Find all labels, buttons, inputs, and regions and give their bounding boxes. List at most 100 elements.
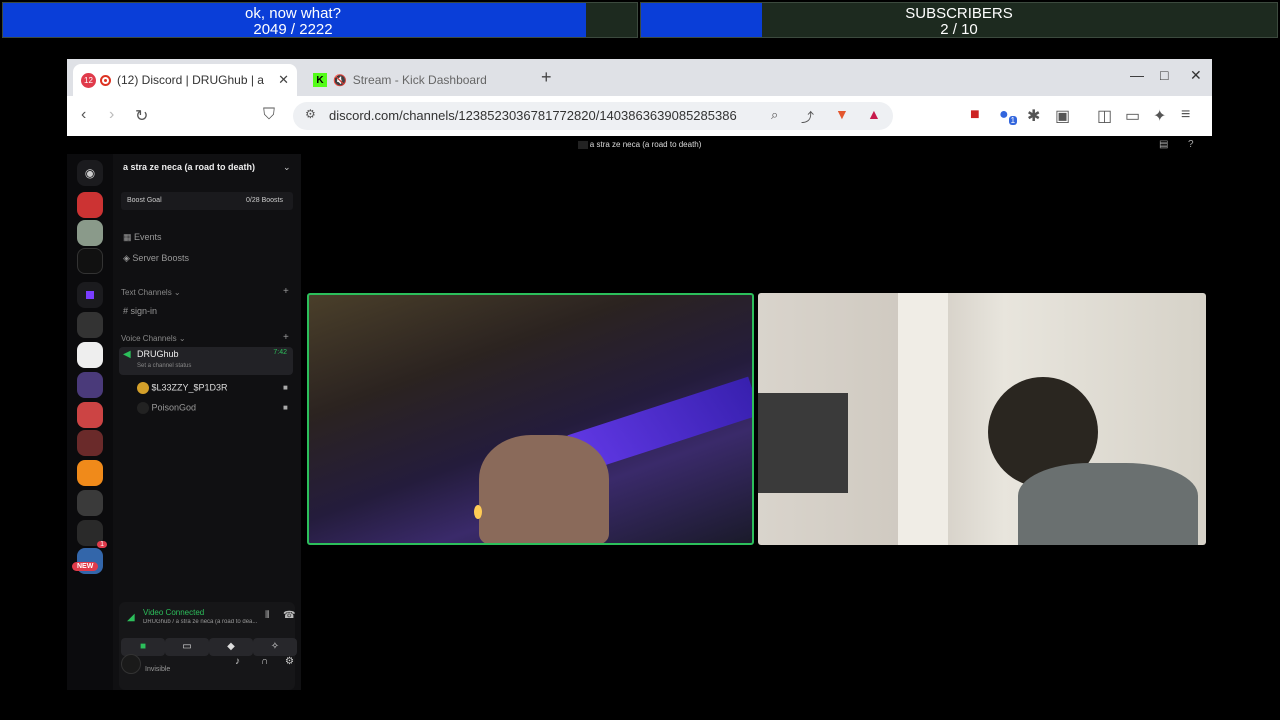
goal-left-current: 2049 bbox=[253, 21, 287, 38]
events-label: Events bbox=[134, 232, 162, 242]
add-voice-channel-icon[interactable]: + bbox=[283, 332, 289, 343]
goal-left-title: ok, now what? bbox=[245, 5, 341, 22]
server-icon-1[interactable] bbox=[77, 192, 103, 218]
connection-status[interactable]: Video Connected bbox=[143, 608, 204, 617]
server-icon-9[interactable] bbox=[77, 430, 103, 456]
tab-bar: 12 (12) Discord | DRUGhub | a ✕ K 🔇 Stre… bbox=[67, 59, 1212, 96]
zoom-icon[interactable]: ⌕ bbox=[771, 107, 778, 123]
signal-icon: ◢ bbox=[127, 612, 135, 623]
channel-sign-in[interactable]: # sign-in bbox=[123, 306, 157, 316]
voice-channels-category[interactable]: Voice Channels ⌄ bbox=[121, 334, 186, 343]
gear-icon[interactable]: ⚙ bbox=[285, 656, 294, 667]
user-avatar[interactable] bbox=[121, 654, 141, 674]
server-icon-2[interactable] bbox=[77, 220, 103, 246]
speaker-icon: ◀ bbox=[123, 349, 131, 360]
events-item[interactable]: ▦ Events bbox=[123, 232, 162, 243]
boost-goal-label: Boost Goal bbox=[127, 197, 162, 204]
voice-channel-status[interactable]: Set a channel status bbox=[137, 363, 191, 369]
chevron-down-icon[interactable]: ⌄ bbox=[283, 162, 291, 173]
voice-channel-timer: 7:42 bbox=[273, 349, 287, 356]
hash-icon: # bbox=[123, 306, 131, 316]
user-panel: Invisible ♪ ∩ ⚙ bbox=[119, 648, 295, 688]
calendar-icon: ▦ bbox=[123, 232, 135, 242]
extension-blue-icon[interactable]: ● 1 bbox=[999, 106, 1018, 125]
help-icon[interactable]: ? bbox=[1188, 136, 1194, 154]
voice-channel-drughub[interactable]: ◀ DRUGhub 7:42 Set a channel status bbox=[119, 347, 293, 375]
sidebar-toggle-icon[interactable]: ◫ bbox=[1097, 106, 1112, 126]
share-icon[interactable]: ⤴ bbox=[801, 107, 814, 126]
voice-user-1[interactable]: $L33ZZY_$P1D3R bbox=[137, 382, 228, 394]
kick-icon: K bbox=[313, 73, 327, 87]
forward-icon[interactable]: › bbox=[109, 106, 114, 124]
reload-icon[interactable]: ↻ bbox=[135, 106, 148, 126]
voice-category-label: Voice Channels bbox=[121, 334, 177, 343]
back-icon[interactable]: ‹ bbox=[81, 106, 86, 124]
new-tab-icon[interactable]: + bbox=[541, 67, 552, 88]
bookmark-icon[interactable]: ⛉ bbox=[263, 106, 275, 124]
inbox-icon[interactable]: ▤ bbox=[1159, 136, 1168, 154]
maximize-icon[interactable]: □ bbox=[1160, 67, 1168, 83]
extensions-puzzle-icon[interactable]: ✱ bbox=[1027, 106, 1040, 126]
goal-bar-right: SUBSCRIBERS 2 / 10 bbox=[640, 2, 1278, 38]
screenshot-icon[interactable]: ▣ bbox=[1055, 106, 1070, 126]
brave-shields-icon[interactable]: ▼ bbox=[835, 106, 849, 122]
server-icon-12[interactable]: 1 bbox=[77, 520, 107, 548]
server-icon-11[interactable] bbox=[77, 490, 103, 516]
video-tile-speaking[interactable] bbox=[307, 293, 754, 545]
voice-user-2[interactable]: PoisonGod bbox=[137, 402, 196, 414]
disconnect-icon[interactable]: ☎ bbox=[283, 610, 295, 621]
video-icon-2: ■ bbox=[283, 403, 288, 412]
wallet-icon[interactable]: ▭ bbox=[1125, 106, 1140, 126]
noise-suppression-icon[interactable]: ⦀ bbox=[265, 610, 269, 621]
close-tab-icon[interactable]: ✕ bbox=[278, 72, 289, 88]
add-text-channel-icon[interactable]: + bbox=[283, 286, 289, 297]
close-window-icon[interactable]: ✕ bbox=[1190, 67, 1202, 84]
channel-sign-in-label: sign-in bbox=[130, 306, 158, 316]
tab-discord-title: (12) Discord | DRUGhub | a bbox=[117, 73, 264, 87]
video-icon-1: ■ bbox=[283, 383, 288, 392]
browser-window: 12 (12) Discord | DRUGhub | a ✕ K 🔇 Stre… bbox=[67, 59, 1212, 690]
recording-icon bbox=[100, 74, 111, 86]
server-name[interactable]: a stra ze neca (a road to death) bbox=[123, 162, 255, 172]
voice-user-1-name: $L33ZZY_$P1D3R bbox=[151, 382, 228, 393]
user-avatar-1 bbox=[137, 382, 149, 394]
server-icon-3[interactable] bbox=[77, 248, 103, 274]
site-settings-icon[interactable]: ⚙ bbox=[305, 107, 316, 121]
boost-goal-bar[interactable]: Boost Goal 0/28 Boosts bbox=[121, 192, 293, 210]
server-icon-4[interactable] bbox=[77, 282, 103, 308]
voice-channel-name: DRUGhub bbox=[137, 349, 179, 359]
extension-red-icon[interactable]: ■ bbox=[970, 106, 980, 124]
stream-title-strip: a stra ze neca (a road to death) ▤ ? bbox=[67, 136, 1212, 154]
lighter-flame bbox=[474, 505, 482, 519]
server-icon-8[interactable] bbox=[77, 402, 103, 428]
address-bar[interactable]: ⚙ discord.com/channels/12385230367817728… bbox=[293, 102, 893, 130]
server-boosts-label: Server Boosts bbox=[132, 253, 189, 263]
minimize-icon[interactable]: — bbox=[1130, 67, 1144, 83]
server-icon-5[interactable] bbox=[77, 312, 103, 338]
discord-favicon-badge: 12 bbox=[81, 72, 96, 88]
browser-toolbar: ‹ › ↻ ⛉ ⚙ discord.com/channels/123852303… bbox=[67, 96, 1212, 136]
leo-ai-icon[interactable]: ✦ bbox=[1153, 106, 1166, 126]
user-status-text[interactable]: Invisible bbox=[145, 666, 170, 673]
server-boosts-item[interactable]: ◈ Server Boosts bbox=[123, 253, 189, 264]
menu-icon[interactable]: ≡ bbox=[1181, 106, 1190, 124]
video-tile-participant[interactable] bbox=[758, 293, 1206, 545]
headphones-icon[interactable]: ∩ bbox=[261, 656, 268, 667]
text-channels-category[interactable]: Text Channels ⌄ bbox=[121, 288, 181, 297]
server-icon-7[interactable] bbox=[77, 372, 103, 398]
door-frame bbox=[898, 293, 948, 545]
microphone-icon[interactable]: ♪ bbox=[235, 656, 240, 667]
server-icon-10[interactable] bbox=[77, 460, 103, 486]
tab-discord[interactable]: 12 (12) Discord | DRUGhub | a ✕ bbox=[73, 64, 297, 96]
goal-bar-left-text: ok, now what? 2049 / 2222 bbox=[3, 6, 583, 38]
server-icon-6[interactable] bbox=[77, 342, 103, 368]
connection-location[interactable]: DRUGhub / a stra ze neca (a road to dea.… bbox=[143, 619, 261, 625]
goal-left-target: 2222 bbox=[299, 21, 333, 38]
discord-home-icon[interactable]: ◉ bbox=[77, 160, 103, 186]
text-category-label: Text Channels bbox=[121, 288, 172, 297]
brave-rewards-icon[interactable]: ▲ bbox=[867, 106, 881, 122]
url-text: discord.com/channels/1238523036781772820… bbox=[329, 108, 737, 123]
goal-right-current: 2 bbox=[940, 21, 949, 38]
goal-left-sep: / bbox=[286, 21, 300, 38]
tab-kick[interactable]: K 🔇 Stream - Kick Dashboard bbox=[305, 64, 535, 96]
